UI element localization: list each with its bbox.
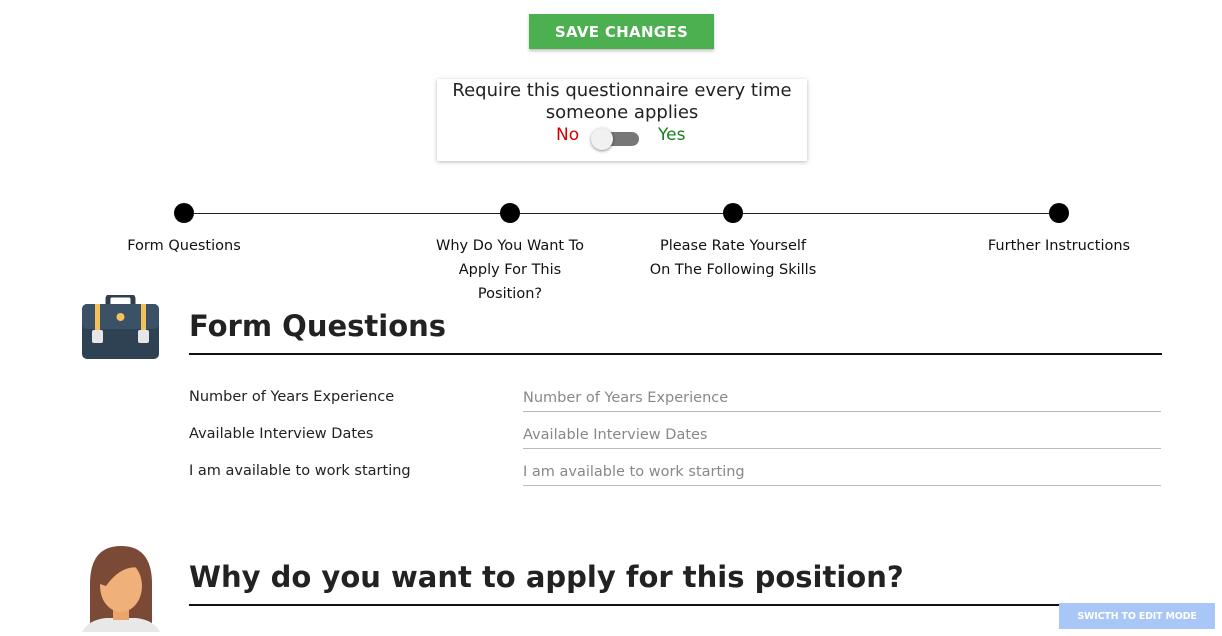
- step-label-form-questions[interactable]: Form Questions: [99, 234, 269, 258]
- start-date-input[interactable]: [523, 459, 1161, 486]
- require-questionnaire-text: Require this questionnaire every time so…: [452, 80, 792, 123]
- section-divider: [189, 604, 1162, 606]
- switch-to-edit-mode-button[interactable]: SWICTH TO EDIT MODE: [1059, 603, 1215, 629]
- require-toggle-row: No Yes: [437, 124, 807, 150]
- toggle-no-label: No: [556, 125, 580, 145]
- switch-knob[interactable]: [591, 128, 613, 150]
- years-experience-input[interactable]: [523, 385, 1161, 412]
- question-label-years-experience: Number of Years Experience: [189, 389, 395, 405]
- briefcase-icon: [82, 292, 159, 363]
- step-dot-further-instructions[interactable]: [1049, 203, 1069, 223]
- question-label-interview-dates: Available Interview Dates: [189, 426, 374, 442]
- step-dot-rate-yourself[interactable]: [723, 203, 743, 223]
- toggle-yes-label: Yes: [658, 125, 686, 145]
- section-title-why-apply: Why do you want to apply for this positi…: [189, 560, 904, 594]
- save-changes-button[interactable]: SAVE CHANGES: [529, 14, 714, 49]
- step-label-why-apply[interactable]: Why Do You Want To Apply For This Positi…: [425, 234, 595, 306]
- interview-dates-input[interactable]: [523, 422, 1161, 449]
- step-label-further-instructions[interactable]: Further Instructions: [974, 234, 1144, 258]
- step-dot-why-apply[interactable]: [500, 203, 520, 223]
- require-questionnaire-card: Require this questionnaire every time so…: [437, 79, 807, 161]
- section-title-form-questions: Form Questions: [189, 309, 447, 343]
- stepper-line: [184, 213, 1059, 214]
- step-dot-form-questions[interactable]: [174, 203, 194, 223]
- question-label-start-date: I am available to work starting: [189, 463, 411, 479]
- require-toggle-switch[interactable]: [591, 128, 639, 150]
- step-label-rate-yourself[interactable]: Please Rate Yourself On The Following Sk…: [648, 234, 818, 282]
- section-divider: [189, 353, 1162, 355]
- woman-avatar-icon: [82, 546, 160, 636]
